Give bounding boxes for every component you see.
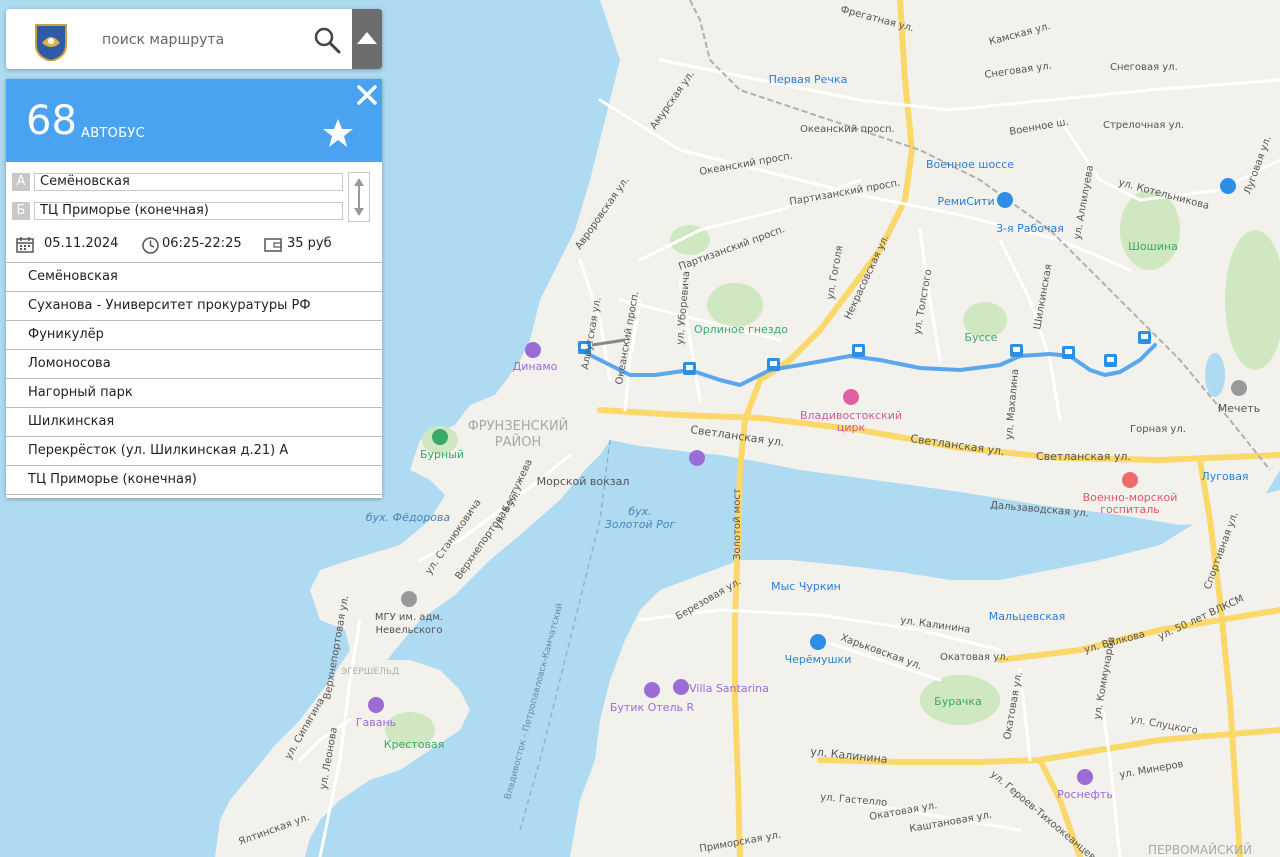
chevron-up-icon xyxy=(357,32,377,44)
bay-label: Золотой Рог xyxy=(605,518,676,531)
ferry-label: Владивосток - Петропавловск-Камчатский xyxy=(503,602,565,801)
poi-label: Villa Santarina xyxy=(689,682,769,695)
street-label: Горная ул. xyxy=(1130,424,1186,435)
route-number: 68 xyxy=(26,98,77,144)
poi-label: Крестовая xyxy=(384,738,445,751)
stop-item[interactable]: Суханова - Университет прокуратуры РФ xyxy=(6,291,382,320)
street-label: Стрелочная ул. xyxy=(1103,120,1184,131)
poi-label: МГУ им. адм. xyxy=(375,612,443,623)
stop-item[interactable]: Нагорный парк xyxy=(6,378,382,407)
poi-label: Буссе xyxy=(965,331,998,344)
street-label: Океанский просп. xyxy=(800,124,895,135)
poi-label: Луговая xyxy=(1201,470,1248,483)
poi-label: Бурный xyxy=(420,448,464,461)
stop-item[interactable]: Перекрёсток (ул. Шилкинская д.21) А xyxy=(6,436,382,465)
search-bar xyxy=(6,9,382,69)
search-icon[interactable] xyxy=(312,25,342,55)
poi-label: Мыс Чуркин xyxy=(771,580,841,593)
poi-label: РемиСити xyxy=(937,195,994,208)
poi-label: Динамо xyxy=(513,360,558,373)
poi-label: цирк xyxy=(837,421,866,434)
district-label: ЭГЕРШЕЛЬД xyxy=(341,667,399,677)
district-label: РАЙОН xyxy=(495,434,541,450)
pond xyxy=(1205,353,1225,397)
poi-label: Шошина xyxy=(1128,240,1178,253)
route-type: АВТОБУС xyxy=(81,126,146,141)
poi-label: 3-я Рабочая xyxy=(996,222,1064,235)
street-label: Окатовая ул. xyxy=(940,652,1009,663)
district-label: ФРУНЗЕНСКИЙ xyxy=(468,418,569,434)
street-label: Снеговая ул. xyxy=(1110,62,1178,73)
point-a-label: А xyxy=(12,173,30,191)
calendar-icon xyxy=(16,237,34,253)
clock-icon xyxy=(142,237,159,254)
poi-label: Гавань xyxy=(356,716,396,729)
star-icon[interactable] xyxy=(322,117,354,149)
bay-label: бух. Фёдорова xyxy=(366,511,451,524)
poi-label: Черёмушки xyxy=(785,653,852,666)
poi-label: Орлиное гнездо xyxy=(694,323,788,336)
date-text: 05.11.2024 xyxy=(44,236,119,251)
from-stop-field[interactable]: Семёновская xyxy=(34,173,343,191)
poi-label: Мечеть xyxy=(1218,402,1260,415)
collapse-button[interactable] xyxy=(352,9,382,69)
route-header: 68 АВТОБУС xyxy=(6,79,382,162)
poi-label: Роснефть xyxy=(1057,788,1113,801)
stop-item[interactable]: Ломоносова xyxy=(6,349,382,378)
hours-text: 06:25-22:25 xyxy=(162,236,242,251)
swap-direction-button[interactable] xyxy=(348,172,370,222)
poi-label: Невельского xyxy=(375,625,442,636)
poi-label: Военное шоссе xyxy=(926,158,1014,171)
swap-arrows-icon xyxy=(354,178,364,216)
wallet-icon xyxy=(264,238,282,252)
stop-item[interactable]: ТЦ Приморье (конечная) xyxy=(6,465,382,495)
poi-label: Бутик Отель R xyxy=(610,701,695,714)
poi-label: Бурачка xyxy=(934,695,982,708)
poi-label: госпиталь xyxy=(1100,503,1160,516)
route-info: 05.11.2024 06:25-22:25 35 руб xyxy=(6,232,382,256)
street-label: Золотой мост xyxy=(732,488,743,560)
point-b-label: Б xyxy=(12,202,30,220)
search-input[interactable] xyxy=(100,27,304,53)
poi-label: Морской вокзал xyxy=(537,475,630,488)
route-panel: 68 АВТОБУС А Семёновская Б ТЦ Приморье (… xyxy=(6,79,382,498)
park-orlinoe xyxy=(707,283,763,327)
price-text: 35 руб xyxy=(287,236,332,251)
stop-item[interactable]: Фуникулёр xyxy=(6,320,382,349)
poi-label: Первая Речка xyxy=(769,73,848,86)
district-label: ПЕРВОМАЙСКИЙ xyxy=(1148,842,1252,857)
close-icon[interactable] xyxy=(356,84,378,106)
coat-of-arms-icon xyxy=(35,24,67,61)
bay-label: бух. xyxy=(628,505,651,518)
stop-item[interactable]: Семёновская xyxy=(6,262,382,291)
street-label: Светланская ул. xyxy=(1036,450,1131,463)
stop-list: Семёновская Суханова - Университет проку… xyxy=(6,262,382,495)
to-stop-field[interactable]: ТЦ Приморье (конечная) xyxy=(34,202,343,220)
stop-item[interactable]: Шилкинская xyxy=(6,407,382,436)
poi-label: Мальцевская xyxy=(989,610,1066,623)
